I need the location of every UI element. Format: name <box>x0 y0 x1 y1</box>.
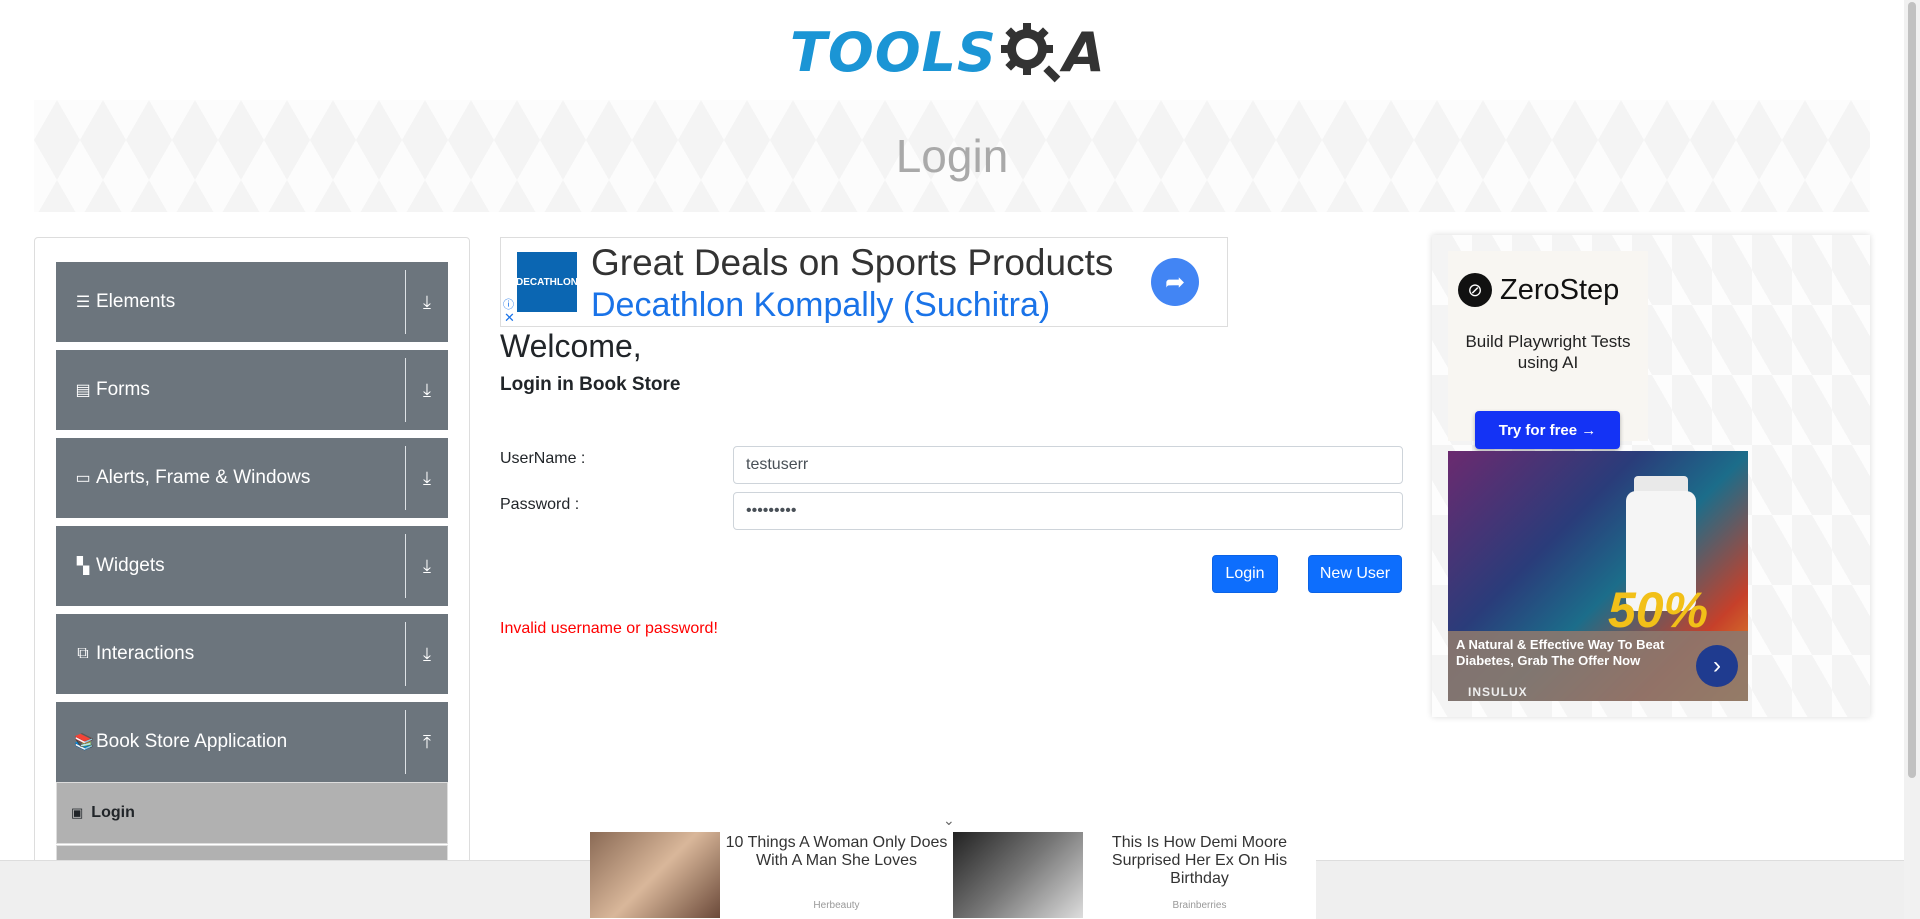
ad-caption-text: A Natural & Effective Way To Beat Diabet… <box>1456 637 1665 668</box>
zerostep-card[interactable]: ⊘ ZeroStep Build Playwright Tests using … <box>1448 251 1648 449</box>
ad-caption-brand: INSULUX <box>1468 685 1528 699</box>
zerostep-tagline: Build Playwright Tests using AI <box>1465 332 1631 372</box>
nav-item-login[interactable]: ▣ Login <box>56 782 448 844</box>
username-label: UserName : <box>500 450 586 467</box>
error-message: Invalid username or password! <box>500 620 718 637</box>
password-input[interactable] <box>733 492 1403 530</box>
upload-arrow-icon: ⤒ <box>423 731 431 752</box>
page: TOOLS A Login ☰ Elements ⤓ ▤ Forms ⤓ ▭ A… <box>0 0 1920 919</box>
zerostep-icon: ⊘ <box>1458 273 1492 307</box>
scrollbar-thumb[interactable] <box>1908 2 1916 778</box>
login-subheading: Login in Book Store <box>500 374 681 395</box>
try-for-free-button[interactable]: Try for free → <box>1475 411 1620 449</box>
nav-item-label: Login <box>91 804 135 821</box>
download-arrow-icon: ⤓ <box>423 467 431 488</box>
insulux-ad[interactable]: 50% A Natural & Effective Way To Beat Di… <box>1448 451 1748 701</box>
chevron-right-icon[interactable]: › <box>1696 645 1738 687</box>
hamburger-icon: ☰ <box>75 294 91 311</box>
toolsqa-logo[interactable]: TOOLS A <box>790 14 1105 90</box>
decathlon-logo: DECATHLON <box>516 252 578 312</box>
window-icon: ▭ <box>75 470 91 487</box>
login-button[interactable]: Login <box>1212 555 1278 593</box>
download-arrow-icon: ⤓ <box>423 291 431 312</box>
directions-arrow-icon[interactable]: ➦ <box>1151 258 1199 306</box>
bottom-ad[interactable]: 10 Things A Woman Only Does With A Man S… <box>590 828 1316 919</box>
bottom-ad-source: Herbeauty <box>813 900 860 911</box>
username-input[interactable] <box>733 446 1403 484</box>
html-icon: ▣ <box>71 805 84 820</box>
ad-right[interactable]: ⊘ ZeroStep Build Playwright Tests using … <box>1432 235 1870 717</box>
gear-magnifier-icon <box>1000 23 1061 83</box>
interactions-icon: ⧉ <box>77 645 89 662</box>
ad-close-icon[interactable]: ✕ <box>504 310 515 326</box>
ad-subtitle: Decathlon Kompally (Suchitra) <box>591 286 1051 324</box>
welcome-heading: Welcome, <box>500 328 642 364</box>
bottom-ad-item[interactable]: 10 Things A Woman Only Does With A Man S… <box>590 828 953 919</box>
page-banner: Login <box>34 100 1870 212</box>
document-icon: ▤ <box>75 382 91 399</box>
nav-group-widgets[interactable]: ▚ Widgets ⤓ <box>56 526 448 606</box>
nav-group-forms[interactable]: ▤ Forms ⤓ <box>56 350 448 430</box>
new-user-button[interactable]: New User <box>1308 555 1402 593</box>
download-arrow-icon: ⤓ <box>423 379 431 400</box>
zerostep-brand: ZeroStep <box>1500 273 1620 306</box>
nav-group-label: Widgets <box>96 555 165 576</box>
nav-group-label: Book Store Application <box>96 731 288 752</box>
nav-group-label: Alerts, Frame & Windows <box>96 467 311 488</box>
password-label: Password : <box>500 496 580 513</box>
nav-group-book-store[interactable]: 📚 Book Store Application ⤒ <box>56 702 448 782</box>
nav-group-interactions[interactable]: ⧉ Interactions ⤓ <box>56 614 448 694</box>
chevron-down-icon[interactable]: ⌄ <box>943 812 955 829</box>
bottom-ad-title: 10 Things A Woman Only Does With A Man S… <box>725 834 948 869</box>
page-title: Login <box>895 130 1009 182</box>
vertical-scrollbar[interactable] <box>1904 0 1920 919</box>
bottom-ad-title: This Is How Demi Moore Surprised Her Ex … <box>1111 834 1288 887</box>
logo-text-right: A <box>1062 20 1105 84</box>
books-icon: 📚 <box>74 734 94 751</box>
nav-group-alerts[interactable]: ▭ Alerts, Frame & Windows ⤓ <box>56 438 448 518</box>
nav-group-label: Forms <box>96 379 150 400</box>
widgets-icon: ▚ <box>76 558 90 575</box>
bottom-ad-source: Brainberries <box>1172 900 1227 911</box>
ad-image <box>953 832 1083 918</box>
nav-group-label: Elements <box>96 291 176 312</box>
logo-text-left: TOOLS <box>790 20 997 84</box>
bottom-ad-item[interactable]: This Is How Demi Moore Surprised Her Ex … <box>953 828 1316 919</box>
ad-image <box>590 832 720 918</box>
download-arrow-icon: ⤓ <box>423 643 431 664</box>
download-arrow-icon: ⤓ <box>423 555 431 576</box>
nav-group-label: Interactions <box>96 643 195 664</box>
left-nav: ☰ Elements ⤓ ▤ Forms ⤓ ▭ Alerts, Frame &… <box>34 237 470 919</box>
nav-group-elements[interactable]: ☰ Elements ⤓ <box>56 262 448 342</box>
ad-top[interactable]: DECATHLON Great Deals on Sports Products… <box>500 237 1228 327</box>
zerostep-logo: ⊘ ZeroStep <box>1458 273 1619 307</box>
ad-caption: A Natural & Effective Way To Beat Diabet… <box>1448 631 1748 701</box>
ad-title: Great Deals on Sports Products <box>591 242 1114 283</box>
